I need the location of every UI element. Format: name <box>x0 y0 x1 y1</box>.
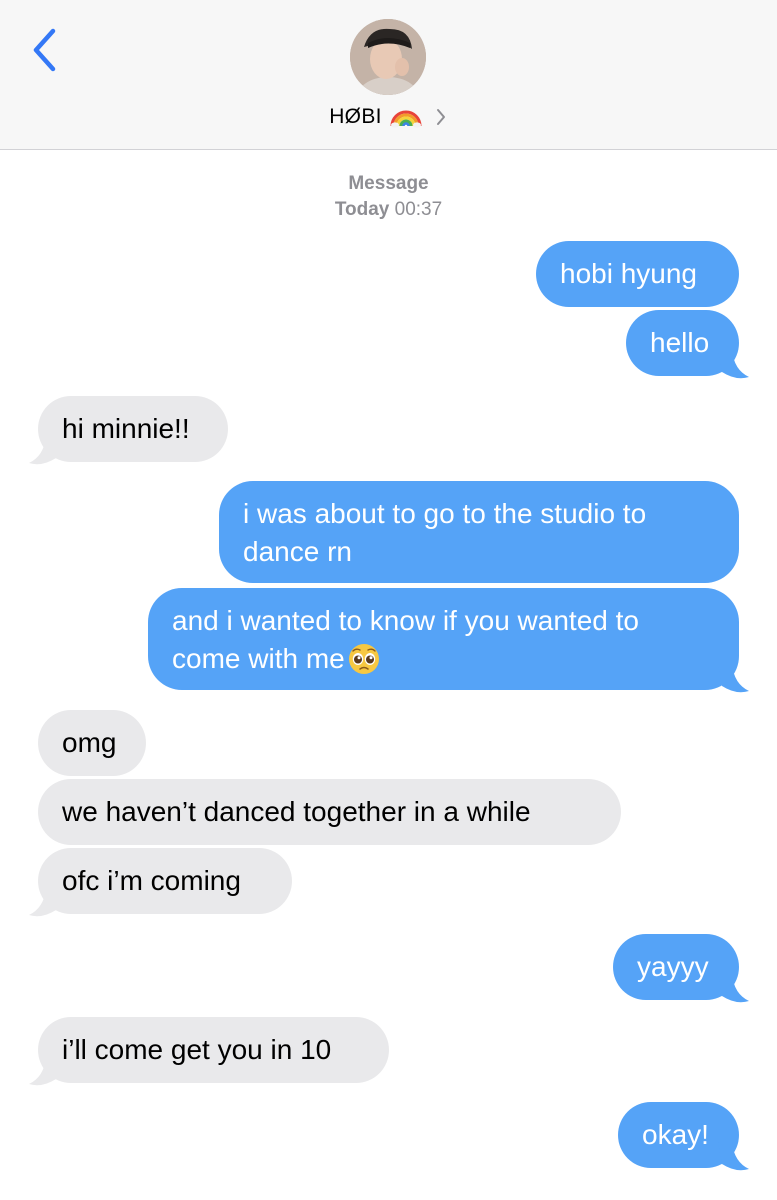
outgoing-bubble-tail <box>718 1142 749 1171</box>
message-text: ofc i’m coming <box>62 865 241 896</box>
message-text: hi minnie!! <box>62 413 190 444</box>
message-text: okay! <box>642 1119 709 1150</box>
rainbow-icon <box>390 110 422 128</box>
message-text-line: and i wanted to know if you wanted to <box>172 605 639 636</box>
message-text-line: i was about to go to the studio to <box>243 498 647 529</box>
timestamp-day: Today <box>334 199 390 220</box>
message-text: omg <box>62 727 117 758</box>
message-bubble-outgoing[interactable]: hobi hyung <box>536 241 739 307</box>
conversation-header: HØBI <box>0 0 777 150</box>
message-bubble-outgoing[interactable]: and i wanted to know if you wanted to co… <box>148 588 739 690</box>
message-text: hello <box>650 327 710 358</box>
message-text: we haven’t danced together in a while <box>62 796 531 827</box>
pleading-face-icon <box>348 644 379 674</box>
thread-service-label: Message <box>0 171 777 197</box>
message-bubble-incoming[interactable]: we haven’t danced together in a while <box>38 779 621 845</box>
message-text: yayyy <box>637 951 709 982</box>
outgoing-bubble-tail <box>718 664 749 693</box>
message-text-line: dance rn <box>243 536 352 567</box>
timestamp-time: 00:37 <box>394 199 443 220</box>
message-bubble-incoming[interactable]: ofc i’m coming <box>38 848 292 914</box>
service-label: Message <box>348 173 429 194</box>
chevron-left-icon <box>33 28 56 72</box>
contact-avatar[interactable] <box>350 19 426 95</box>
message-bubble-incoming[interactable]: hi minnie!! <box>38 396 228 462</box>
contact-name-row[interactable]: HØBI <box>0 102 777 132</box>
message-text-line-with-emoji: come with me <box>172 640 715 678</box>
thread-timestamp: Today 00:37 <box>0 197 777 223</box>
message-bubble-incoming[interactable]: omg <box>38 710 146 776</box>
chevron-right-icon <box>436 109 445 125</box>
contact-name: HØBI <box>329 105 382 128</box>
message-text: i’ll come get you in 10 <box>62 1034 332 1065</box>
outgoing-bubble-tail <box>718 350 749 379</box>
message-text: hobi hyung <box>560 258 698 289</box>
outgoing-bubble-tail <box>718 974 749 1003</box>
message-bubble-incoming[interactable]: i’ll come get you in 10 <box>38 1017 389 1083</box>
message-text-line: come with me <box>172 643 345 674</box>
incoming-bubble-tail <box>29 436 60 465</box>
message-bubble-outgoing[interactable]: i was about to go to the studio to dance… <box>219 481 739 583</box>
back-button[interactable] <box>26 26 62 74</box>
incoming-bubble-tail <box>29 1057 60 1086</box>
incoming-bubble-tail <box>29 888 60 917</box>
avatar-photo <box>350 19 426 95</box>
